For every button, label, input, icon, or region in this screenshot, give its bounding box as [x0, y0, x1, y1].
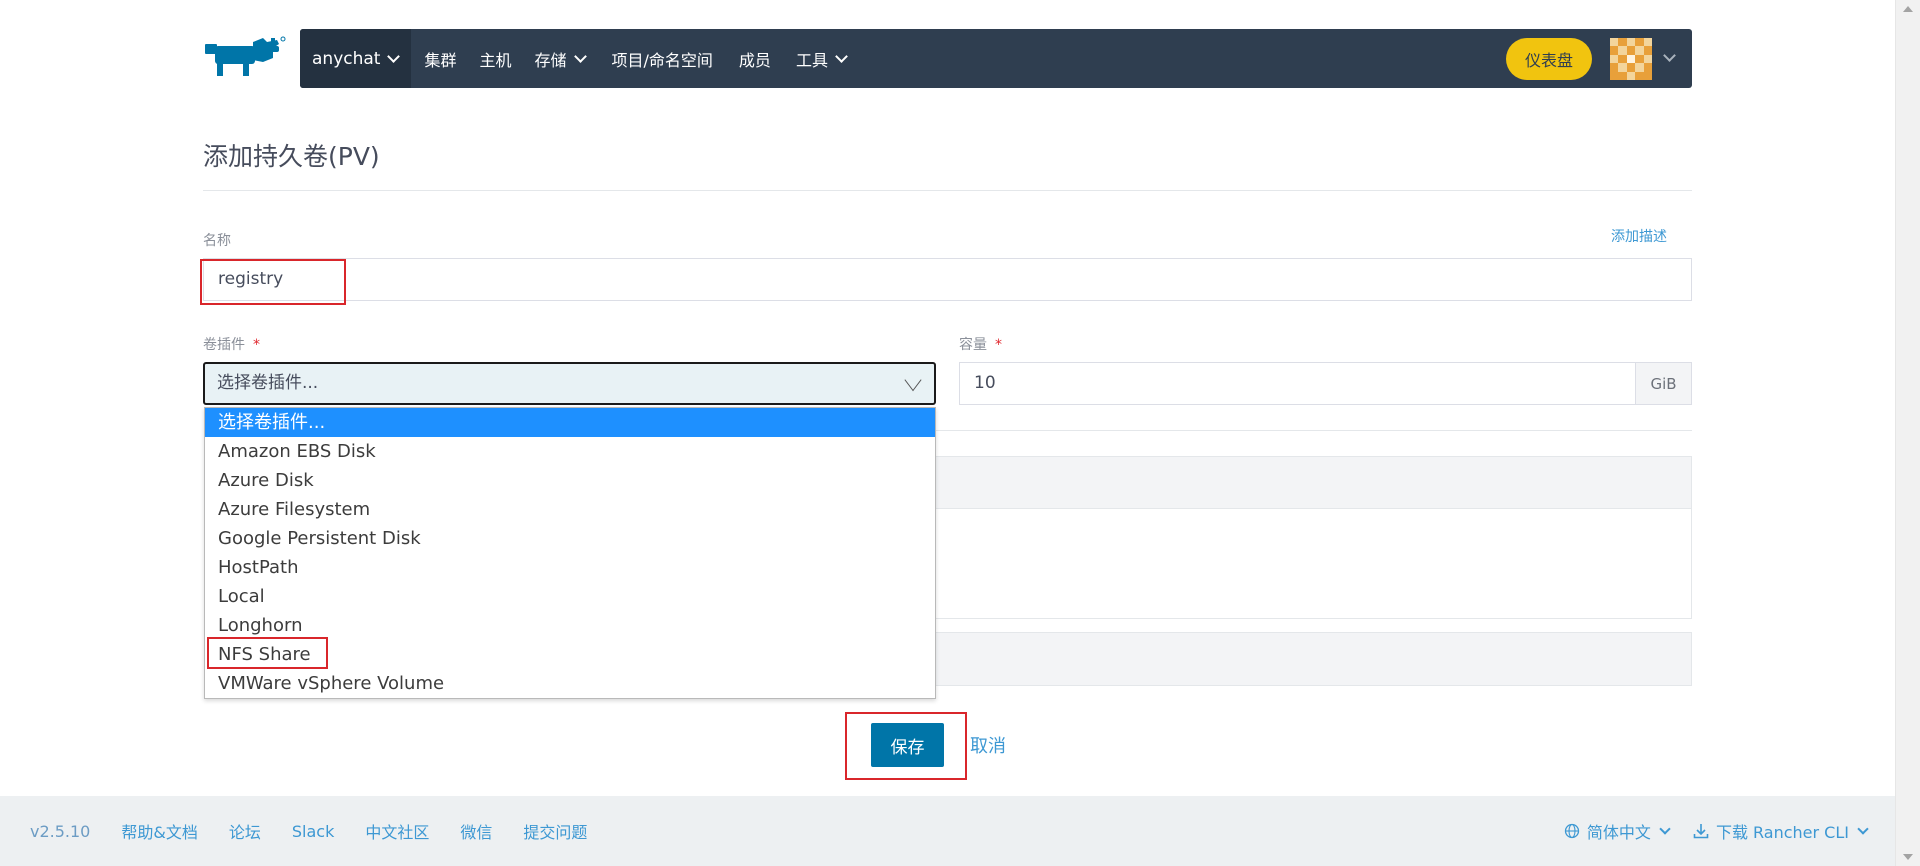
dashboard-button[interactable]: 仪表盘 [1506, 38, 1592, 80]
chevron-down-icon [573, 49, 587, 63]
footer-link-slack[interactable]: Slack [292, 822, 334, 841]
option-placeholder[interactable]: 选择卷插件... [205, 408, 935, 437]
nav-item-label: 集群 [424, 50, 457, 70]
footer-link-file-issue[interactable]: 提交问题 [523, 819, 587, 843]
name-highlight-box [200, 259, 346, 305]
required-mark: * [253, 337, 260, 353]
capacity-label-text: 容量 [959, 337, 987, 353]
vertical-scrollbar[interactable] [1895, 0, 1920, 866]
title-divider [203, 190, 1692, 191]
cancel-link[interactable]: 取消 [970, 732, 1006, 758]
section-divider [936, 430, 1692, 431]
globe-icon [1564, 823, 1580, 839]
option-azure-filesystem[interactable]: Azure Filesystem [205, 495, 935, 524]
nav-item-label: 成员 [738, 50, 771, 70]
option-longhorn[interactable]: Longhorn [205, 611, 935, 640]
download-icon [1693, 824, 1709, 839]
nav-item-projects-namespaces[interactable]: 项目/命名空间 [598, 29, 726, 88]
nav-item-members[interactable]: 成员 [726, 29, 784, 88]
cli-download-selector[interactable]: 下载 Rancher CLI [1693, 819, 1869, 843]
nav-item-label: 主机 [479, 50, 512, 70]
nav-item-storage[interactable]: 存储 [525, 29, 598, 88]
nav-item-label: 存储 [534, 50, 567, 70]
capacity-field: 10 GiB [959, 362, 1692, 405]
cluster-label: anychat [312, 48, 381, 69]
save-button[interactable]: 保存 [871, 723, 944, 767]
volume-plugin-select[interactable]: 选择卷插件... [203, 362, 936, 405]
footer-link-wechat[interactable]: 微信 [460, 819, 492, 843]
volume-plugin-selected: 选择卷插件... [217, 373, 319, 393]
chevron-down-icon[interactable] [1663, 49, 1676, 62]
nfs-highlight-box [207, 637, 328, 669]
option-google-persistent-disk[interactable]: Google Persistent Disk [205, 524, 935, 553]
scroll-up-icon[interactable] [1903, 6, 1913, 12]
footer: v2.5.10 帮助&文档 论坛 Slack 中文社区 微信 提交问题 简体中文 [0, 796, 1895, 866]
capacity-unit: GiB [1635, 363, 1691, 404]
cluster-selector[interactable]: anychat [300, 29, 412, 88]
add-description-link[interactable]: 添加描述 [1611, 226, 1667, 246]
required-mark: * [995, 337, 1002, 353]
option-vmware-vsphere-volume[interactable]: VMWare vSphere Volume [205, 669, 935, 698]
option-hostpath[interactable]: HostPath [205, 553, 935, 582]
nav-item-clusters[interactable]: 集群 [411, 29, 469, 88]
cli-download-label: 下载 Rancher CLI [1715, 823, 1849, 842]
plugin-label: 卷插件 * [203, 334, 260, 354]
option-azure-disk[interactable]: Azure Disk [205, 466, 935, 495]
name-label: 名称 [203, 233, 231, 249]
chevron-down-icon [835, 49, 848, 63]
capacity-input[interactable]: 10 [960, 363, 1635, 404]
rancher-logo[interactable] [203, 36, 287, 80]
page: anychat 集群 主机 存储 项目/命名空间 成员 工具 仪表盘 添加持久卷… [0, 0, 1895, 866]
chevron-down-icon [1659, 822, 1671, 835]
scroll-down-icon[interactable] [1903, 854, 1913, 860]
chevron-down-icon [904, 368, 922, 392]
name-input[interactable]: registry [203, 258, 1692, 301]
nav-item-label: 工具 [795, 50, 828, 70]
language-selector[interactable]: 简体中文 [1564, 819, 1671, 843]
page-title: 添加持久卷(PV) [203, 142, 380, 171]
footer-link-help-docs[interactable]: 帮助&文档 [121, 819, 197, 843]
nav-item-hosts[interactable]: 主机 [469, 29, 524, 88]
footer-link-forum[interactable]: 论坛 [229, 819, 261, 843]
chevron-down-icon [1857, 822, 1869, 835]
version-link[interactable]: v2.5.10 [30, 822, 90, 841]
option-local[interactable]: Local [205, 582, 935, 611]
plugin-label-text: 卷插件 [203, 337, 245, 353]
plugin-config-panel-header [936, 456, 1692, 509]
plugin-config-panel-body [936, 509, 1692, 619]
nav-item-label: 项目/命名空间 [611, 50, 713, 70]
chevron-down-icon [387, 49, 401, 63]
option-amazon-ebs-disk[interactable]: Amazon EBS Disk [205, 437, 935, 466]
nav-item-tools[interactable]: 工具 [784, 29, 859, 88]
footer-link-chinese-community[interactable]: 中文社区 [365, 819, 429, 843]
avatar[interactable] [1610, 38, 1652, 80]
customize-panel-header [936, 632, 1692, 686]
language-label: 简体中文 [1586, 823, 1651, 842]
top-navbar: anychat 集群 主机 存储 项目/命名空间 成员 工具 仪表盘 [300, 29, 1692, 88]
capacity-label: 容量 * [959, 334, 1002, 354]
